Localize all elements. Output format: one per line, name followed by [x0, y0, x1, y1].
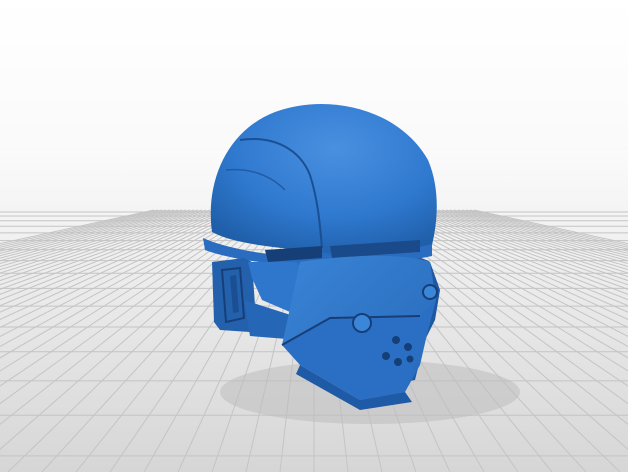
bolt-right: [422, 284, 438, 300]
viewport-canvas: [0, 103, 628, 472]
model-viewer[interactable]: [0, 0, 628, 472]
helmet-dome: [210, 103, 437, 254]
bolt-left: [352, 313, 372, 333]
